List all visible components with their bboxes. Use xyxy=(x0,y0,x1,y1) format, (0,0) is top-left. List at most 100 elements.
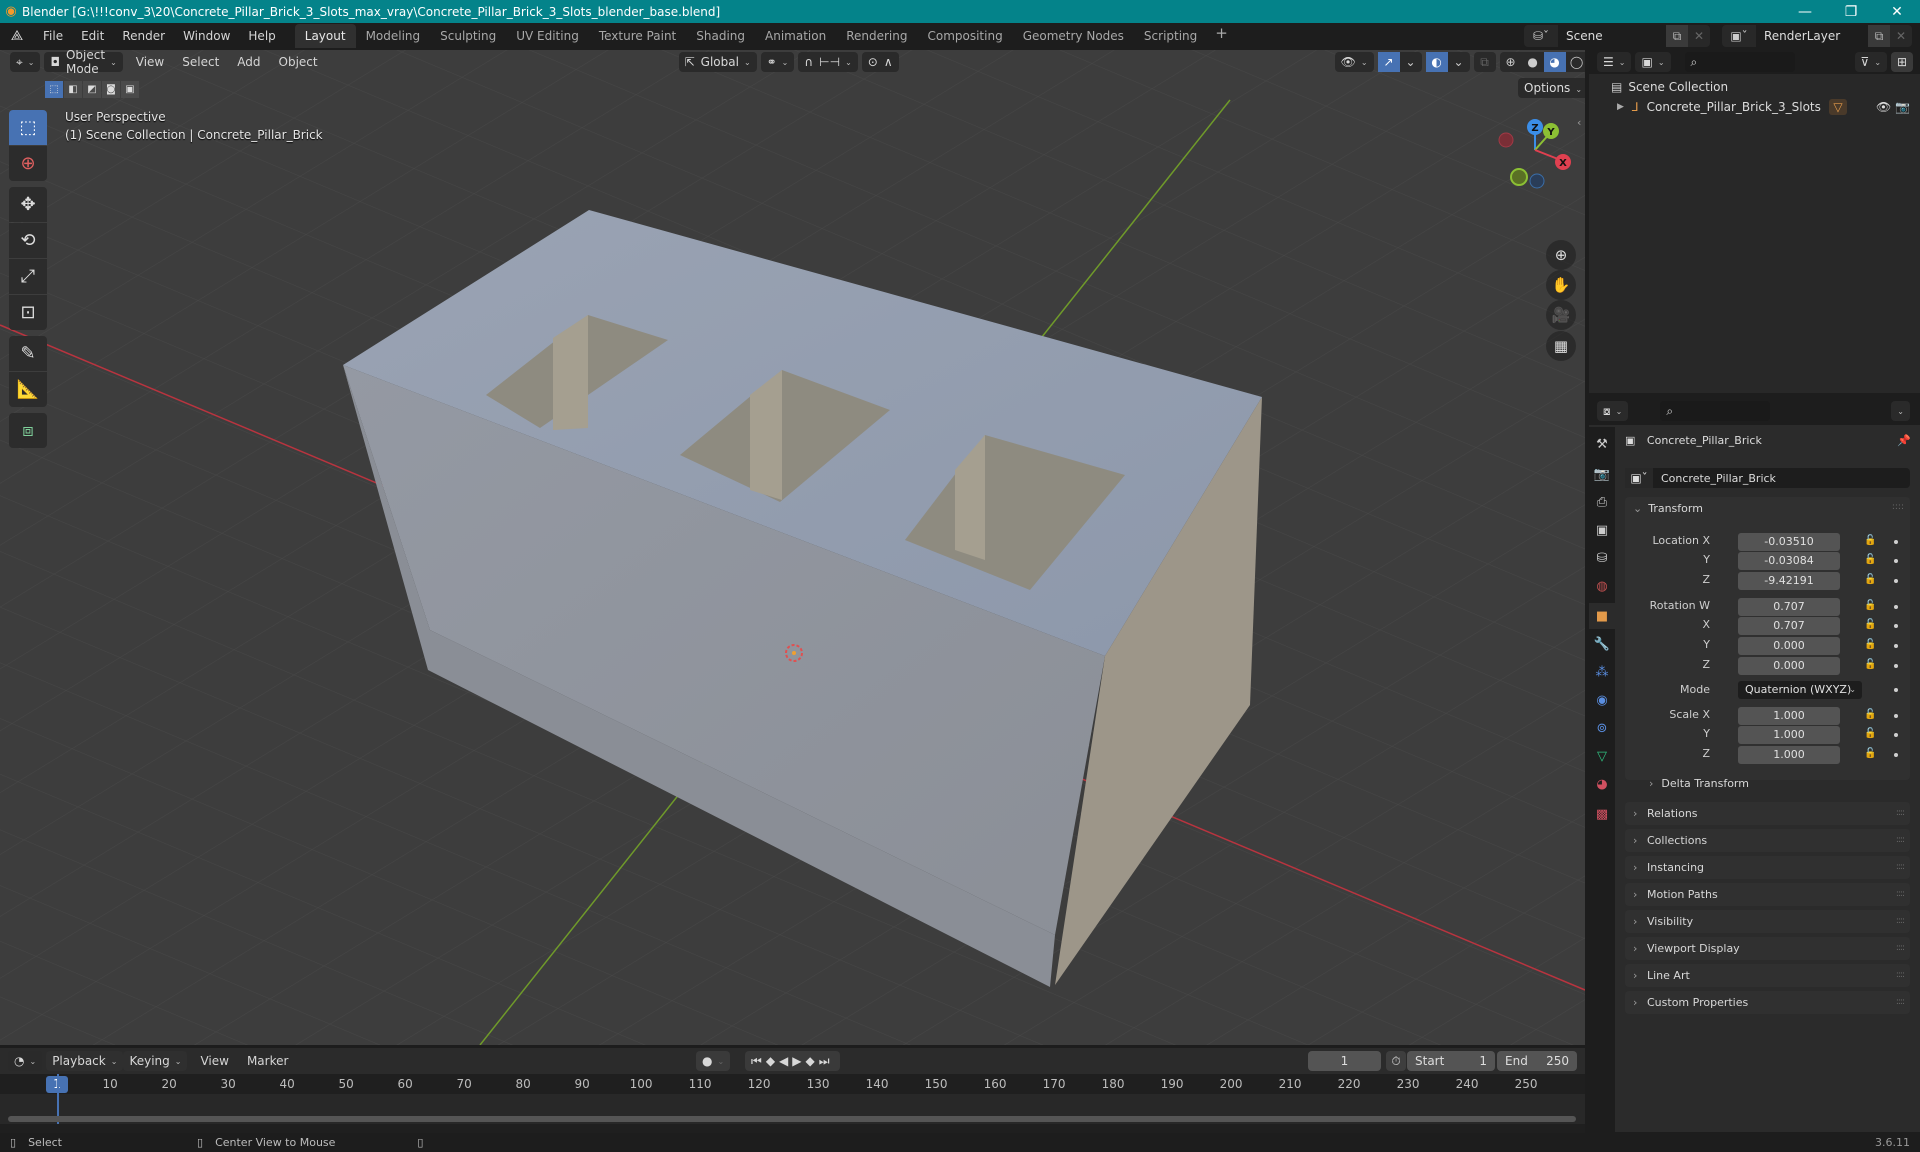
gizmo-toggle[interactable]: ↗ xyxy=(1377,52,1400,72)
select-subtract-mode[interactable]: ◩ xyxy=(83,81,101,98)
relations-panel[interactable]: › Relations:::: xyxy=(1625,802,1910,825)
render-camera-icon[interactable]: 📷 xyxy=(1895,100,1910,114)
scale-z-field[interactable]: 1.000 xyxy=(1738,746,1840,764)
keyframe-dot-icon[interactable] xyxy=(1894,688,1898,692)
wireframe-shading-button[interactable]: ⊕ xyxy=(1500,52,1522,72)
next-keyframe-button[interactable]: ◆ xyxy=(806,1054,819,1068)
tab-layout[interactable]: Layout xyxy=(294,24,356,48)
maximize-button[interactable]: ❐ xyxy=(1828,0,1874,23)
lock-icon[interactable]: 🔓 xyxy=(1864,535,1876,546)
rotation-w-field[interactable]: 0.707 xyxy=(1738,598,1840,616)
panel-grip-icon[interactable]: :::: xyxy=(1892,502,1904,512)
add-workspace-button[interactable]: + xyxy=(1207,24,1236,48)
outliner-editor-type[interactable]: ☰ ⌄ xyxy=(1597,52,1632,72)
panel-grip-icon[interactable]: :::: xyxy=(1896,829,1905,852)
tab-modeling[interactable]: Modeling xyxy=(356,24,431,48)
menu-add[interactable]: Add xyxy=(228,55,269,69)
playback-menu[interactable]: Playback ⌄ xyxy=(46,1051,124,1071)
gizmo-dropdown[interactable]: ⌄ xyxy=(1400,52,1422,72)
scene-name[interactable]: Scene xyxy=(1558,25,1666,47)
tab-world[interactable]: ◍ xyxy=(1589,573,1615,599)
new-view-layer-button[interactable]: ⧉ xyxy=(1868,25,1890,47)
lock-icon[interactable]: 🔓 xyxy=(1864,659,1876,670)
mesh-data-icon[interactable]: ▽ xyxy=(1829,99,1847,115)
custom-properties-panel[interactable]: › Custom Properties:::: xyxy=(1625,991,1910,1014)
end-frame-field[interactable]: End 250 xyxy=(1497,1051,1577,1071)
tab-animation[interactable]: Animation xyxy=(755,24,836,48)
lock-icon[interactable]: 🔓 xyxy=(1864,639,1876,650)
xray-toggle[interactable]: ⧉ xyxy=(1474,52,1496,72)
prev-keyframe-button[interactable]: ◆ xyxy=(766,1054,779,1068)
rotate-tool[interactable]: ⟲ xyxy=(9,223,47,258)
transform-tool[interactable]: ⊡ xyxy=(9,295,47,330)
lock-icon[interactable]: 🔓 xyxy=(1864,554,1876,565)
keyframe-dot-icon[interactable] xyxy=(1894,540,1898,544)
outliner-search-input[interactable]: ⌕ xyxy=(1684,52,1795,72)
tab-object[interactable]: ■ xyxy=(1589,603,1615,629)
solid-shading-button[interactable]: ● xyxy=(1522,52,1544,72)
blender-menu-icon[interactable]: ⟁ xyxy=(0,28,34,44)
display-mode-dropdown[interactable]: ▣ ⌄ xyxy=(1635,52,1671,72)
delete-scene-button[interactable]: ✕ xyxy=(1688,29,1710,43)
keyframe-dot-icon[interactable] xyxy=(1894,664,1898,668)
tab-particles[interactable]: ⁂ xyxy=(1589,659,1615,685)
current-frame-field[interactable]: 1 xyxy=(1308,1051,1381,1071)
tab-scene[interactable]: ⛁ xyxy=(1589,545,1615,571)
scale-x-field[interactable]: 1.000 xyxy=(1738,707,1840,725)
toggle-perspective-button[interactable]: ▦ xyxy=(1546,331,1576,361)
lock-icon[interactable]: 🔓 xyxy=(1864,619,1876,630)
properties-search-input[interactable]: ⌕ xyxy=(1660,401,1771,421)
properties-options-dropdown[interactable]: ⌄ xyxy=(1891,401,1910,421)
timeline-track-area[interactable] xyxy=(0,1074,1585,1124)
keyframe-dot-icon[interactable] xyxy=(1894,605,1898,609)
overlay-dropdown[interactable]: ⌄ xyxy=(1448,52,1470,72)
minimize-button[interactable]: — xyxy=(1782,0,1828,23)
timeline-editor-type[interactable]: ◔ ⌄ xyxy=(8,1051,43,1071)
panel-grip-icon[interactable]: :::: xyxy=(1896,964,1905,987)
keying-menu[interactable]: Keying ⌄ xyxy=(123,1051,188,1071)
delete-view-layer-button[interactable]: ✕ xyxy=(1890,29,1912,43)
object-type-dropdown[interactable]: ▣ˇ xyxy=(1625,468,1653,488)
panel-grip-icon[interactable]: :::: xyxy=(1896,991,1905,1014)
panel-grip-icon[interactable]: :::: xyxy=(1896,802,1905,825)
neg-x-axis-handle[interactable] xyxy=(1498,132,1514,148)
tab-modifiers[interactable]: 🔧 xyxy=(1589,631,1615,657)
proportional-editing-toggle[interactable]: ⊙ ∧ xyxy=(861,52,899,72)
tab-material[interactable]: ◕ xyxy=(1589,771,1615,797)
select-intersect-mode[interactable]: ▣ xyxy=(121,81,139,98)
tab-output[interactable]: ⎙ xyxy=(1589,489,1615,515)
marker-menu[interactable]: Marker xyxy=(238,1054,297,1068)
zoom-view-button[interactable]: ⊕ xyxy=(1546,240,1576,270)
location-y-field[interactable]: -0.03084 xyxy=(1738,552,1840,570)
tab-texture[interactable]: ▩ xyxy=(1589,801,1615,827)
visibility-dropdown[interactable]: 👁 ⌄ xyxy=(1334,52,1374,72)
move-tool[interactable]: ✥ xyxy=(9,187,47,222)
tab-scripting[interactable]: Scripting xyxy=(1134,24,1207,48)
tab-shading[interactable]: Shading xyxy=(686,24,755,48)
neg-y-axis-handle[interactable] xyxy=(1510,168,1528,186)
panel-grip-icon[interactable]: :::: xyxy=(1896,910,1905,933)
location-z-field[interactable]: -9.42191 xyxy=(1738,572,1840,590)
preview-range-toggle[interactable]: ⏱ xyxy=(1386,1051,1406,1071)
jump-start-button[interactable]: ⏮ xyxy=(751,1054,766,1069)
camera-view-button[interactable]: 🎥 xyxy=(1546,300,1576,330)
play-button[interactable]: ▶ xyxy=(792,1054,805,1068)
add-cube-tool[interactable]: ⧈ xyxy=(9,413,47,448)
select-new-mode[interactable]: ⬚ xyxy=(45,81,63,98)
rotation-y-field[interactable]: 0.000 xyxy=(1738,637,1840,655)
scene-selector[interactable]: ⛁ˇ Scene ⧉ ✕ xyxy=(1524,25,1710,47)
tab-data[interactable]: ▽ xyxy=(1589,743,1615,769)
tab-view-layer[interactable]: ▣ xyxy=(1589,517,1615,543)
tab-texture-paint[interactable]: Texture Paint xyxy=(589,24,686,48)
menu-file[interactable]: File xyxy=(34,25,72,47)
keyframe-dot-icon[interactable] xyxy=(1894,579,1898,583)
editor-type-button[interactable]: ⌖ ⌄ xyxy=(10,52,41,72)
lock-icon[interactable]: 🔓 xyxy=(1864,728,1876,739)
outliner-item[interactable]: ▶ ⅃ Concrete_Pillar_Brick_3_Slots ▽ 👁 📷 xyxy=(1589,97,1920,117)
lock-icon[interactable]: 🔓 xyxy=(1864,574,1876,585)
rotation-x-field[interactable]: 0.707 xyxy=(1738,617,1840,635)
tab-constraints[interactable]: ⊚ xyxy=(1589,715,1615,741)
keyframe-dot-icon[interactable] xyxy=(1894,733,1898,737)
keyframe-dot-icon[interactable] xyxy=(1894,644,1898,648)
scale-tool[interactable]: ⤢ xyxy=(9,259,47,294)
